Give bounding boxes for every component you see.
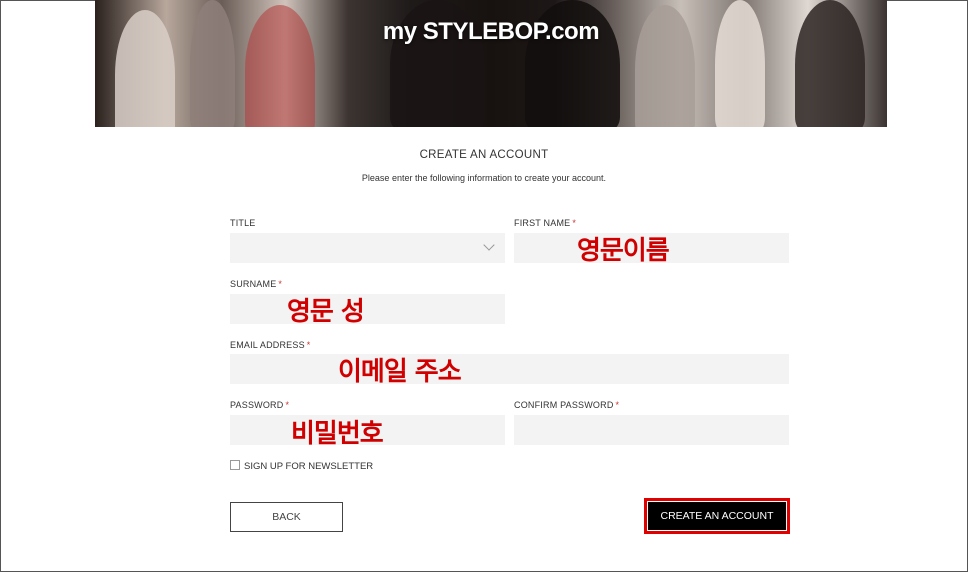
newsletter-label: SIGN UP FOR NEWSLETTER [244,461,374,472]
surname-label: SURNAME * [230,279,283,289]
title-select[interactable] [230,233,505,263]
create-account-button[interactable]: CREATE AN ACCOUNT [648,502,786,530]
hero-banner: my STYLEBOP.com [95,0,887,127]
brand-logo: my STYLEBOP.com [382,18,600,45]
newsletter-checkbox[interactable] [230,460,240,470]
password-label: PASSWORD * [230,400,290,410]
email-label: EMAIL ADDRESS * [230,340,311,350]
annotation-first-name: 영문이름 [577,236,670,266]
email-field[interactable] [230,354,789,384]
confirm-password-label: CONFIRM PASSWORD * [514,400,620,410]
page-title: CREATE AN ACCOUNT [419,149,549,161]
confirm-password-field[interactable] [514,415,789,445]
back-button[interactable]: BACK [230,502,343,532]
annotation-password: 비밀번호 [291,419,384,449]
annotation-surname: 영문 성 [287,297,365,327]
title-label: TITLE [230,218,256,228]
chevron-down-icon [483,239,495,251]
surname-field[interactable] [230,294,505,324]
first-name-label: FIRST NAME * [514,218,577,228]
annotation-email: 이메일 주소 [338,357,462,387]
page-subtitle: Please enter the following information t… [361,173,607,183]
